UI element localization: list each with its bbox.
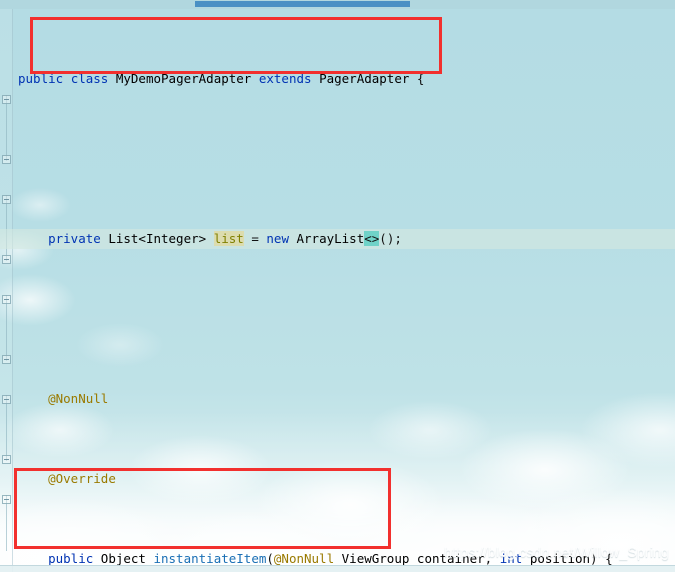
token-method-name: instantiateItem <box>153 551 267 566</box>
token-paren: ( <box>266 551 274 566</box>
code-line-blank[interactable] <box>0 309 675 329</box>
token-class-name: MyDemoPagerAdapter <box>115 71 252 86</box>
token-type: List<Integer> <box>108 231 207 246</box>
code-line-blank[interactable] <box>0 149 675 169</box>
bottom-status-strip <box>0 565 675 572</box>
code-editor-area[interactable]: public class MyDemoPagerAdapter extends … <box>0 9 675 572</box>
editor-window: public class MyDemoPagerAdapter extends … <box>0 0 675 572</box>
token-keyword: new <box>266 231 289 246</box>
editor-tab-strip[interactable] <box>0 0 675 9</box>
token-keyword: public <box>18 71 64 86</box>
token-operator: = <box>243 231 267 246</box>
token-keyword: extends <box>258 71 312 86</box>
token-brace: { <box>409 71 425 86</box>
token-keyword: class <box>70 71 109 86</box>
token-keyword: public <box>48 551 94 566</box>
token-type: ArrayList <box>296 231 365 246</box>
token-annotation: @NonNull <box>48 391 109 406</box>
code-line-annotation[interactable]: @NonNull <box>0 389 675 409</box>
token-annotation: @NonNull <box>273 551 335 566</box>
code-line-field-declaration[interactable]: private List<Integer> list = new ArrayLi… <box>0 229 675 249</box>
code-line[interactable]: public class MyDemoPagerAdapter extends … <box>0 69 675 89</box>
token-type: PagerAdapter <box>319 71 410 86</box>
token-keyword: private <box>48 231 101 246</box>
token-diamond-selected: <> <box>364 231 380 246</box>
token-type: Object <box>100 551 146 566</box>
token-type: ViewGroup <box>341 551 410 566</box>
token-terminator: (); <box>379 231 402 246</box>
active-tab-underline <box>195 1 410 7</box>
code-line-annotation[interactable]: @Override <box>0 469 675 489</box>
blog-watermark: https://blog.csdn.net/Willow_Spring <box>444 544 669 560</box>
token-annotation: @Override <box>48 471 116 486</box>
token-field-highlighted: list <box>213 231 244 246</box>
